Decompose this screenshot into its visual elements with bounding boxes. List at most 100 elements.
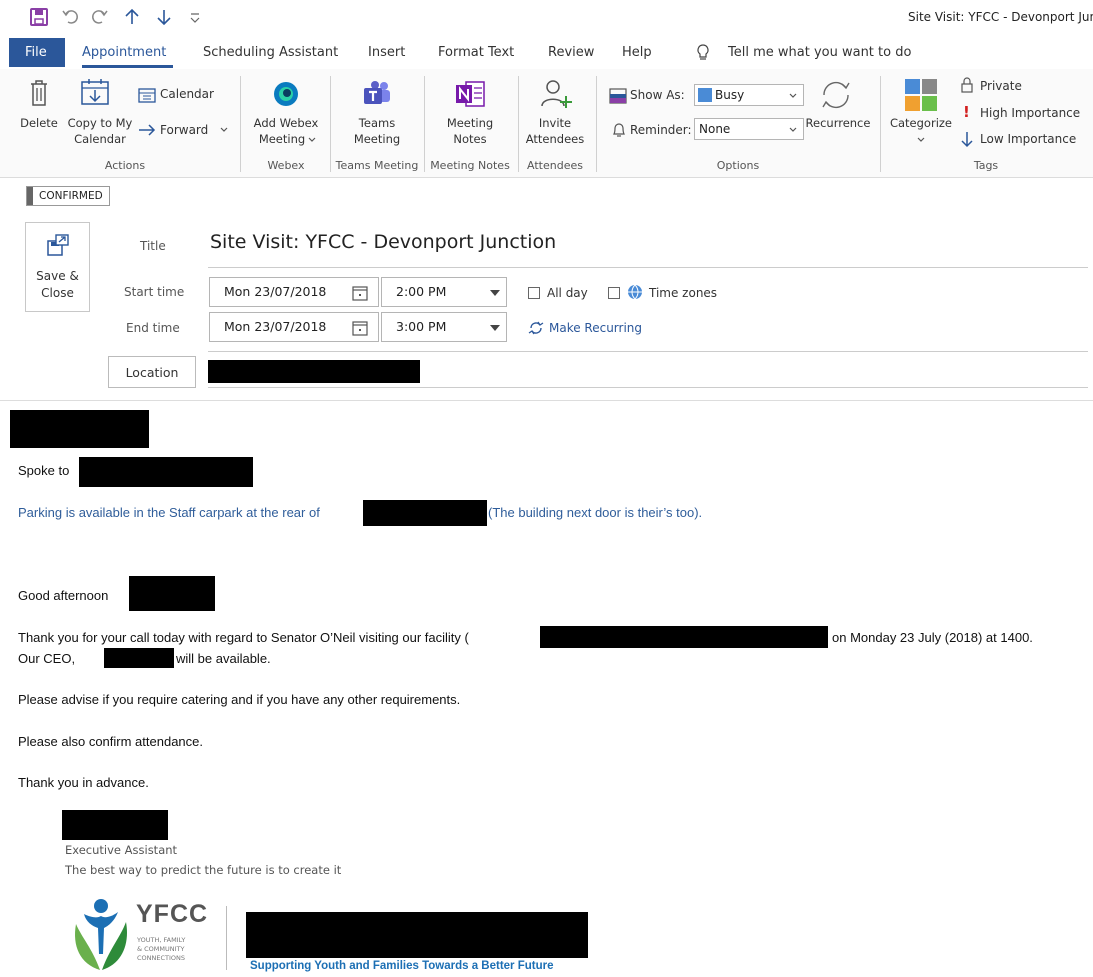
- meeting-notes-label-1: Meeting: [446, 116, 494, 130]
- teams-group-label: Teams Meeting: [335, 159, 419, 172]
- invite-attendees-button[interactable]: Invite Attendees: [520, 76, 590, 148]
- recurring-icon: [528, 321, 544, 335]
- reminder-label: Reminder:: [630, 123, 692, 137]
- copy-to-calendar-button[interactable]: Copy to My Calendar: [64, 76, 136, 148]
- tags-group-label: Tags: [973, 159, 999, 172]
- calendar-picker-icon[interactable]: [352, 285, 368, 301]
- show-as-value: Busy: [715, 88, 745, 102]
- recurrence-label: Recurrence: [805, 116, 871, 130]
- delete-button[interactable]: Delete: [16, 76, 62, 136]
- tab-help[interactable]: Help: [622, 45, 652, 60]
- start-date-input[interactable]: Mon 23/07/2018: [209, 277, 379, 307]
- location-button[interactable]: Location: [108, 356, 196, 388]
- add-webex-meeting-button[interactable]: Add Webex Meeting: [246, 76, 326, 148]
- calendar-label: Calendar: [160, 87, 214, 101]
- private-button[interactable]: Private: [960, 77, 1070, 95]
- chevron-down-icon: [220, 127, 228, 132]
- reminder-select[interactable]: None: [694, 118, 804, 140]
- tab-format-text[interactable]: Format Text: [438, 45, 514, 60]
- paragraph-1a: Thank you for your call today with regar…: [18, 630, 469, 645]
- customize-toolbar-icon[interactable]: [190, 10, 200, 24]
- invite-attendees-icon: [541, 80, 572, 108]
- start-time-value: 2:00 PM: [396, 284, 447, 299]
- low-importance-button[interactable]: Low Importance: [960, 130, 1085, 148]
- paragraph-1c: Our CEO,: [18, 651, 76, 666]
- time-zones-checkbox[interactable]: [608, 287, 620, 299]
- chevron-down-icon: [789, 127, 797, 132]
- dropdown-arrow-icon: [490, 325, 500, 331]
- exclamation-icon: !: [963, 103, 970, 121]
- save-close-label-1: Save &: [36, 269, 79, 283]
- meeting-notes-button[interactable]: Meeting Notes: [430, 76, 510, 148]
- all-day-label: All day: [547, 286, 588, 300]
- recurrence-button[interactable]: Recurrence: [804, 76, 874, 136]
- logo-divider: [226, 906, 227, 970]
- high-importance-label: High Importance: [980, 106, 1081, 120]
- show-as-select[interactable]: Busy: [694, 84, 804, 106]
- start-time-select[interactable]: 2:00 PM: [381, 277, 507, 307]
- tab-review[interactable]: Review: [548, 45, 594, 60]
- save-icon[interactable]: [30, 8, 48, 26]
- parking-text-2: (The building next door is their’s too).: [488, 505, 703, 520]
- down-arrow-icon[interactable]: [156, 8, 172, 26]
- bell-icon: [613, 123, 625, 137]
- window-title: Site Visit: YFCC - Devonport Jun: [908, 10, 1093, 24]
- quick-access-toolbar: [28, 6, 208, 28]
- copy-to-calendar-label-1: Copy to My: [67, 116, 133, 130]
- title-label: Title: [140, 239, 166, 253]
- yfcc-figure-icon: [75, 899, 127, 970]
- title-underline: [208, 267, 1088, 268]
- title-input[interactable]: Site Visit: YFCC - Devonport Junction: [210, 231, 556, 253]
- badge-bar: [27, 187, 33, 205]
- delete-label: Delete: [20, 116, 58, 130]
- tab-appointment[interactable]: Appointment: [82, 45, 166, 60]
- lightbulb-icon: [697, 44, 709, 60]
- tab-insert[interactable]: Insert: [368, 45, 405, 60]
- busy-color-swatch: [698, 88, 712, 102]
- greeting-text: Good afternoon: [18, 588, 109, 603]
- meeting-notes-label-2: Notes: [453, 132, 487, 146]
- webex-icon: [274, 82, 298, 106]
- redo-icon[interactable]: [90, 8, 108, 26]
- save-close-label-2: Close: [41, 286, 74, 300]
- all-day-checkbox[interactable]: [528, 287, 540, 299]
- save-close-button[interactable]: Save & Close: [25, 222, 90, 312]
- parking-text-1: Parking is available in the Staff carpar…: [18, 505, 320, 520]
- start-time-label: Start time: [124, 285, 185, 299]
- location-button-label: Location: [125, 365, 179, 380]
- redacted-heading: [10, 410, 149, 448]
- make-recurring-link[interactable]: Make Recurring: [528, 319, 648, 337]
- teams-meeting-label-2: Meeting: [353, 132, 401, 146]
- forward-label: Forward: [160, 123, 209, 137]
- save-close-icon: [47, 234, 69, 256]
- high-importance-button[interactable]: ! High Importance: [960, 103, 1085, 122]
- ribbon-separator: [880, 76, 881, 172]
- categorize-button[interactable]: Categorize: [886, 76, 956, 148]
- signature-quote: The best way to predict the future is to…: [65, 863, 342, 877]
- calendar-copy-icon: [81, 79, 109, 105]
- teams-icon: [364, 81, 390, 104]
- actions-group-label: Actions: [104, 159, 146, 172]
- tagline: Supporting Youth and Families Towards a …: [250, 960, 554, 972]
- status-badge-text: CONFIRMED: [39, 190, 103, 202]
- redacted-signature-block: [246, 912, 588, 958]
- categorize-label: Categorize: [889, 116, 953, 130]
- end-date-input[interactable]: Mon 23/07/2018: [209, 312, 379, 342]
- up-arrow-icon[interactable]: [124, 8, 140, 26]
- end-time-label: End time: [126, 321, 180, 335]
- ribbon-separator: [518, 76, 519, 172]
- teams-meeting-button[interactable]: Teams Meeting: [334, 76, 420, 148]
- tab-scheduling-assistant[interactable]: Scheduling Assistant: [203, 45, 338, 60]
- redacted-location: [208, 360, 420, 383]
- add-webex-label-1: Add Webex: [253, 116, 319, 130]
- forward-button[interactable]: Forward: [138, 121, 230, 139]
- tell-me-search[interactable]: Tell me what you want to do: [728, 45, 911, 60]
- calendar-icon: [138, 88, 156, 103]
- ribbon-separator: [596, 76, 597, 172]
- redacted-contact: [79, 457, 253, 487]
- end-time-select[interactable]: 3:00 PM: [381, 312, 507, 342]
- undo-icon[interactable]: [62, 8, 80, 26]
- calendar-picker-icon[interactable]: [352, 320, 368, 336]
- calendar-button[interactable]: Calendar: [138, 86, 218, 104]
- tab-file-label: File: [25, 45, 47, 60]
